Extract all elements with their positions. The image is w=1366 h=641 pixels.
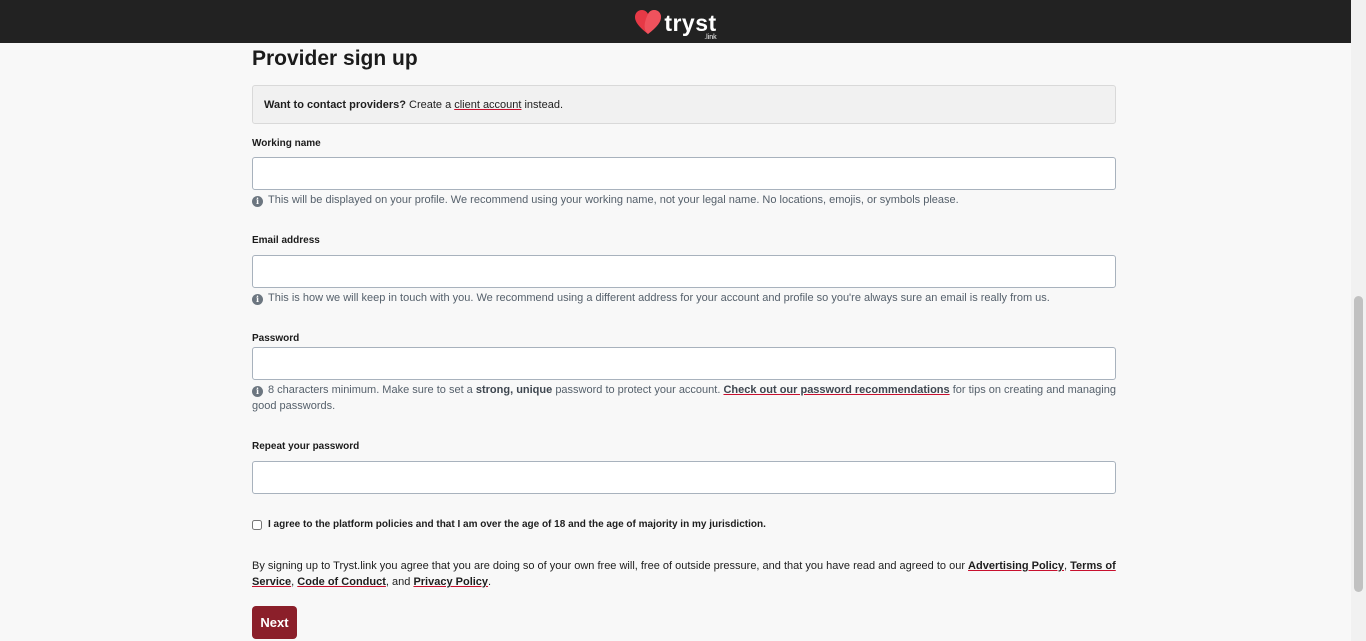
- logo-subtext: .link: [704, 33, 717, 41]
- scrollbar-thumb[interactable]: [1354, 296, 1363, 592]
- legal-text: By signing up to Tryst.link you agree th…: [252, 560, 965, 572]
- working-name-label: Working name: [252, 138, 321, 149]
- heart-icon: [635, 9, 662, 34]
- legal-and: and: [392, 576, 411, 588]
- repeat-password-label: Repeat your password: [252, 441, 360, 452]
- info-icon: i: [252, 195, 263, 207]
- repeat-password-input[interactable]: [252, 461, 1116, 494]
- password-hint-mid: password to protect your account.: [555, 384, 721, 396]
- advertising-policy-link[interactable]: Advertising Policy: [968, 560, 1064, 572]
- site-logo[interactable]: tryst .link: [634, 9, 717, 41]
- password-hint-pre: 8 characters minimum. Make sure to set a: [268, 384, 473, 396]
- email-hint-text: This is how we will keep in touch with y…: [268, 292, 1050, 304]
- notice-text-pre: Create a: [409, 98, 452, 111]
- info-icon: i: [252, 385, 263, 397]
- working-name-hint: i This will be displayed on your profile.…: [252, 192, 1116, 208]
- password-hint: i 8 characters minimum. Make sure to set …: [252, 382, 1116, 414]
- working-name-hint-text: This will be displayed on your profile. …: [268, 194, 959, 206]
- agree-checkbox[interactable]: [252, 519, 262, 530]
- email-input[interactable]: [252, 255, 1116, 288]
- notice-bold-text: Want to contact providers?: [264, 98, 406, 111]
- client-account-link[interactable]: client account: [454, 99, 521, 111]
- signup-form: Provider sign up Want to contact provide…: [252, 44, 1116, 639]
- working-name-input[interactable]: [252, 157, 1116, 190]
- page-title: Provider sign up: [252, 47, 418, 70]
- password-label: Password: [252, 333, 300, 344]
- info-icon: i: [252, 293, 263, 305]
- password-hint-bold: strong, unique: [475, 384, 553, 396]
- password-input[interactable]: [252, 347, 1116, 380]
- privacy-policy-link[interactable]: Privacy Policy: [413, 576, 488, 588]
- legal-notice: By signing up to Tryst.link you agree th…: [252, 560, 1116, 588]
- code-of-conduct-link[interactable]: Code of Conduct: [297, 576, 386, 588]
- page-scrollbar[interactable]: [1351, 0, 1366, 641]
- email-label: Email address: [252, 235, 320, 246]
- agree-checkbox-row[interactable]: I agree to the platform policies and tha…: [252, 519, 766, 530]
- top-bar: tryst .link: [0, 0, 1351, 43]
- logo-text: tryst: [664, 9, 717, 36]
- notice-text-post: instead.: [524, 98, 563, 111]
- client-account-notice: Want to contact providers? Create a clie…: [252, 85, 1116, 124]
- next-button[interactable]: Next: [252, 606, 297, 639]
- email-hint: i This is how we will keep in touch with …: [252, 290, 1116, 306]
- password-recommendations-link[interactable]: Check out our password recommendations: [723, 384, 949, 396]
- agree-label: I agree to the platform policies and tha…: [268, 519, 766, 530]
